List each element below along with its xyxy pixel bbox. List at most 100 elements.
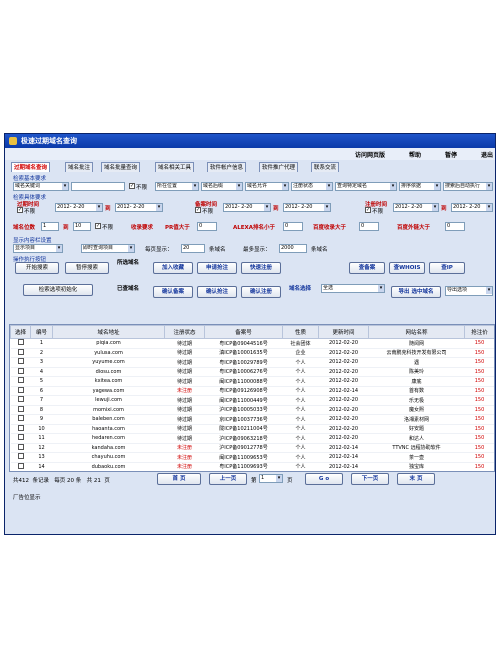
table-row[interactable]: 8 momixi.com 待过期 沪ICP备10005033号 个人 2012-02-20… <box>10 405 494 415</box>
expire-to-date[interactable]: 2012- 2-20 <box>115 203 163 212</box>
row-checkbox[interactable] <box>17 415 24 422</box>
length-from-input[interactable]: 1 <box>41 222 59 231</box>
row-select-cell[interactable] <box>10 424 31 434</box>
table-row[interactable]: 15zakaka.com未注册沪ICP备11009609号个人2012-02-1… <box>11 472 495 473</box>
row-select-cell[interactable] <box>10 338 31 349</box>
check-ip-button[interactable]: 查IP <box>429 262 465 274</box>
row-checkbox[interactable] <box>17 367 24 374</box>
menu-pause[interactable]: 暂停 <box>445 150 457 159</box>
tab-annotation[interactable]: 域名批注 <box>65 162 94 172</box>
go-button[interactable]: G o <box>305 473 343 485</box>
baidu-link-input[interactable]: 0 <box>445 222 465 231</box>
row-checkbox[interactable] <box>17 434 24 441</box>
export-selected-button[interactable]: 导出 选中域名 <box>391 286 441 298</box>
max-input[interactable]: 2000 <box>279 244 307 253</box>
register-to-date[interactable]: 2012- 2-20 <box>451 203 493 212</box>
row-checkbox[interactable] <box>17 462 24 469</box>
row-checkbox[interactable] <box>17 358 24 365</box>
reg-status-select[interactable]: 注册状态 <box>291 182 333 191</box>
table-row[interactable]: 13 chayuhu.com 未注册 闽ICP备11009653号 个人 2012-02-… <box>10 452 494 463</box>
tab-batch-query[interactable]: 域名批量查询 <box>101 162 141 172</box>
table-row[interactable]: 11 hedaren.com 待过期 沪ICP备09063218号 个人 2012-02-… <box>10 433 494 444</box>
row-select-cell[interactable] <box>10 452 31 463</box>
keyword-nolimit-check[interactable]: ✓ <box>129 183 135 189</box>
tab-expired-query[interactable]: 过期域名查询 <box>11 162 51 172</box>
row-checkbox[interactable] <box>17 377 24 384</box>
confirm-snap-button[interactable]: 确认抢注 <box>197 286 237 298</box>
suffix-select[interactable]: 域名后缀 <box>201 182 243 191</box>
table-row[interactable]: 14 dubaoku.com 未注册 粤ICP备11009693号 个人 2012-02-… <box>10 462 494 471</box>
table-row[interactable]: 2 yulusa.com 待过期 滇ICP备10001635号 企业 2012-02-20… <box>10 348 494 358</box>
check-filing-button[interactable]: 查备案 <box>349 262 385 274</box>
col-nature[interactable]: 性质 <box>282 325 319 339</box>
sort-select[interactable]: 排序依据 <box>399 182 441 191</box>
row-select-cell[interactable] <box>10 414 31 425</box>
register-nolimit-check[interactable]: ✓ <box>365 207 371 213</box>
register-from-date[interactable]: 2012- 2-20 <box>393 203 439 212</box>
confirm-filing-button[interactable]: 确认备案 <box>153 286 193 298</box>
table-row[interactable]: 3 yuyume.com 待过期 粤ICP备10029789号 个人 2012-02-20… <box>10 357 494 368</box>
table-row[interactable]: 1 piqia.com 待过期 粤ICP备09044516号 社会团体 2012-02-2… <box>10 338 494 349</box>
expire-from-date[interactable]: 2012- 2-20 <box>55 203 103 212</box>
last-page-button[interactable]: 末 页 <box>397 473 435 485</box>
col-domain[interactable]: 域名地址 <box>52 325 165 339</box>
pr-input[interactable]: 0 <box>197 222 217 231</box>
table-row[interactable]: 12 kandaha.com 未注册 沪ICP备09012778号 个人 2012-02-… <box>10 443 494 453</box>
row-checkbox[interactable] <box>17 453 24 460</box>
apply-register-button[interactable]: 申请抢注 <box>197 262 237 274</box>
row-select-cell[interactable] <box>11 472 31 473</box>
row-select-cell[interactable] <box>10 462 31 471</box>
row-checkbox[interactable] <box>17 405 24 412</box>
length-to-input[interactable]: 10 <box>73 222 91 231</box>
prev-page-button[interactable]: 上一页 <box>209 473 247 485</box>
menu-exit[interactable]: 退出 <box>481 150 493 159</box>
row-select-cell[interactable] <box>10 433 31 444</box>
filing-nolimit-check[interactable]: ✓ <box>195 207 201 213</box>
col-site[interactable]: 网站名称 <box>368 325 465 339</box>
row-checkbox[interactable] <box>17 396 24 403</box>
row-checkbox[interactable] <box>17 443 24 450</box>
table-row[interactable]: 5 kxitea.com 待过期 闽ICP备11000088号 个人 2012-02-20… <box>10 376 494 387</box>
tab-contact[interactable]: 联系交流 <box>311 162 340 172</box>
length-nolimit-check[interactable]: ✓ <box>95 223 101 229</box>
query-type-select[interactable]: 查询特定域名 <box>335 182 397 191</box>
row-checkbox[interactable] <box>17 339 24 346</box>
row-select-cell[interactable] <box>10 405 31 415</box>
position-select[interactable]: 所在位置 <box>155 182 199 191</box>
tab-promote[interactable]: 软件推广代理 <box>259 162 299 172</box>
menu-help[interactable]: 帮助 <box>409 150 421 159</box>
stop-search-button[interactable]: 暂停搜索 <box>65 262 109 274</box>
col-price[interactable]: 抢注价 <box>464 325 494 339</box>
col-select[interactable]: 选择 <box>10 325 31 339</box>
row-select-cell[interactable] <box>10 443 31 453</box>
row-select-cell[interactable] <box>10 395 31 406</box>
table-row[interactable]: 10 haoanta.com 待过期 陇ICP备10211004号 个人 2012-02-… <box>10 424 494 434</box>
baidu-input[interactable]: 0 <box>359 222 379 231</box>
alexa-input[interactable]: 0 <box>283 222 303 231</box>
row-select-cell[interactable] <box>10 357 31 368</box>
table-row[interactable]: 6 yagewa.com 未注册 粤ICP备09126908号 个人 2012-02-14… <box>10 386 494 396</box>
row-select-cell[interactable] <box>10 386 31 396</box>
filing-from-date[interactable]: 2012- 2-20 <box>223 203 271 212</box>
first-page-button[interactable]: 首 页 <box>157 473 201 485</box>
next-page-button[interactable]: 下一页 <box>351 473 389 485</box>
row-select-cell[interactable] <box>10 376 31 387</box>
export-options-select[interactable]: 导出选项 <box>445 286 493 296</box>
filing-to-date[interactable]: 2012- 2-20 <box>283 203 331 212</box>
per-page-input[interactable]: 20 <box>181 244 205 253</box>
tab-tools[interactable]: 域名相关工具 <box>155 162 195 172</box>
col-filing[interactable]: 备案号 <box>204 325 283 339</box>
start-search-button[interactable]: 开始搜索 <box>15 262 59 274</box>
col-status[interactable]: 注册状态 <box>164 325 205 339</box>
keyword-select[interactable]: 域名关键词 <box>13 182 69 191</box>
add-favorite-button[interactable]: 加入收藏 <box>153 262 193 274</box>
allow-select[interactable]: 域名允许 <box>245 182 289 191</box>
row-checkbox[interactable] <box>17 348 24 355</box>
row-select-cell[interactable] <box>10 348 31 358</box>
instant-items-select[interactable]: 即时查询项目 <box>81 244 135 253</box>
display-items-select[interactable]: 显示项目 <box>13 244 63 253</box>
init-options-button[interactable]: 检索选项初始化 <box>23 284 93 296</box>
table-row[interactable]: 9 baleben.com 待过期 京ICP备10037736号 个人 2012-02-2… <box>10 414 494 425</box>
table-row[interactable]: 7 lewuji.com 待过期 闽ICP备11000449号 个人 2012-02-20… <box>10 395 494 406</box>
row-checkbox[interactable] <box>17 386 24 393</box>
